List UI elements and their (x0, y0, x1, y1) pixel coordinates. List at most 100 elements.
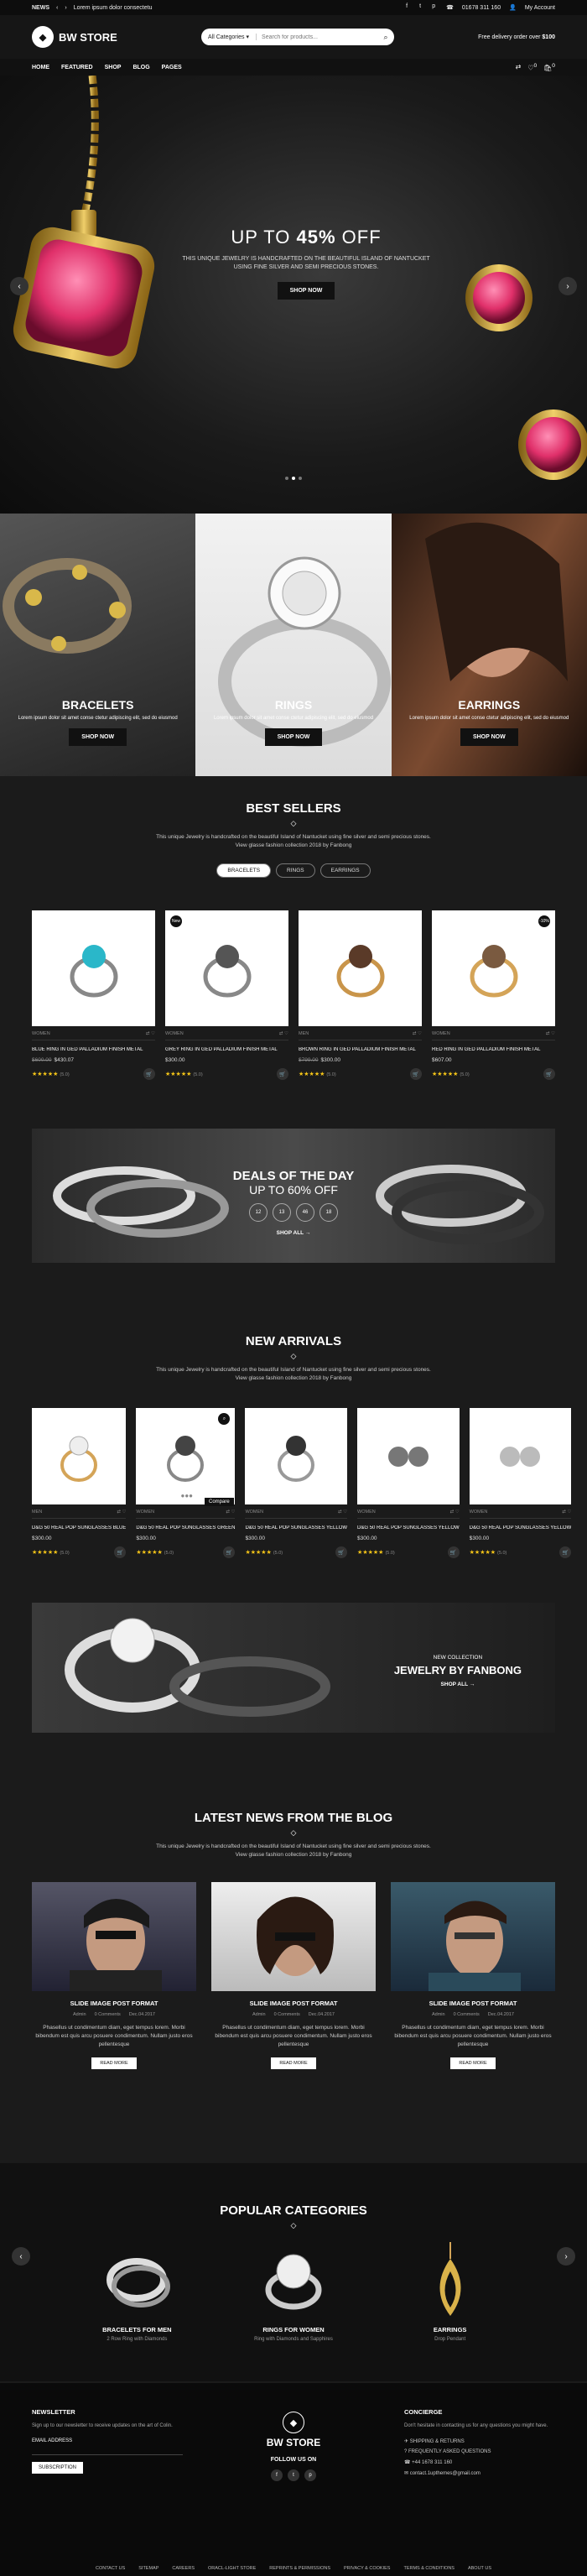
gallery-dots[interactable]: ●●● (181, 1492, 194, 1499)
nav-blog[interactable]: BLOG (132, 65, 149, 70)
product-name[interactable]: RED RING IN GED PALLADIUM FINISH METAL (432, 1047, 555, 1052)
nav-featured[interactable]: FEATURED (61, 65, 93, 70)
email-link[interactable]: ✉ contact.1upthemes@gmail.com (404, 2470, 555, 2476)
slide-dot[interactable] (292, 477, 295, 480)
wishlist-icon[interactable]: ⇄ ♡ (226, 1510, 235, 1515)
shop-now-button[interactable]: SHOP NOW (460, 728, 518, 746)
collection-shop-all-link[interactable]: SHOP ALL → (394, 1682, 522, 1687)
product-name[interactable]: D&G 50 REAL POP SUNGLASSES YELLOW (470, 1525, 572, 1530)
wishlist-icon[interactable]: ⇄ ♡ (117, 1510, 126, 1515)
wishlist-icon[interactable]: ⇄ ♡ (546, 1031, 555, 1036)
product-category[interactable]: MEN (32, 1510, 42, 1515)
product-name[interactable]: BROWN RING IN GED PALLADIUM FINISH METAL (299, 1047, 422, 1052)
wishlist-icon[interactable]: ⇄ ♡ (450, 1510, 460, 1515)
category-name[interactable]: RINGS FOR WOMEN (231, 2326, 356, 2334)
product-category[interactable]: WOMEN (32, 1031, 50, 1036)
product-card[interactable]: New WOMEN ⇄ ♡ GREY RING IN GED PALLADIUM … (165, 910, 288, 1080)
popular-category-item[interactable]: EARRINGS Drop Pendant (387, 2242, 513, 2342)
hero-shop-now-button[interactable]: SHOP NOW (277, 282, 335, 300)
popular-prev-icon[interactable]: ‹ (12, 2247, 30, 2266)
category-bracelets[interactable]: BRACELETS Lorem ipsum dolor sit amet cons… (0, 514, 196, 776)
shipping-link[interactable]: ✈ SHIPPING & RETURNS (404, 2438, 555, 2444)
product-category[interactable]: WOMEN (357, 1510, 376, 1515)
nav-shop[interactable]: SHOP (105, 65, 122, 70)
post-title[interactable]: SLIDE IMAGE POST FORMAT (32, 2000, 196, 2007)
product-name[interactable]: D&G 50 REAL POP SUNGLASSES BLUE (32, 1525, 126, 1530)
tab-bracelets[interactable]: BRACELETS (216, 863, 272, 878)
product-image[interactable] (469, 1408, 572, 1504)
product-name[interactable]: GREY RING IN GED PALLADIUM FINISH METAL (165, 1047, 288, 1052)
phone-link[interactable]: ☎ +44 1678 311 160 (404, 2459, 555, 2465)
product-card[interactable]: WOMEN ⇄ ♡ BLUE RING IN GED PALLADIUM FINI… (32, 910, 155, 1080)
product-card[interactable]: ⌕ ●●● WOMEN ⇄ ♡ D&G 50 REAL POP SUNGLASSE… (136, 1408, 236, 1558)
nav-pages[interactable]: PAGES (162, 65, 182, 70)
wishlist-icon[interactable]: ⇄ ♡ (279, 1031, 288, 1036)
add-to-cart-icon[interactable]: 🛒 (559, 1546, 572, 1558)
product-card[interactable]: -10% WOMEN ⇄ ♡ RED RING IN GED PALLADIUM … (432, 910, 555, 1080)
quick-view-icon[interactable]: ⌕ (218, 1413, 231, 1425)
shop-now-button[interactable]: SHOP NOW (264, 728, 323, 746)
popular-category-item[interactable]: BRACELETS FOR MEN 2 Row Ring with Diamon… (74, 2242, 200, 2342)
slide-dot[interactable] (285, 477, 288, 480)
footer-link[interactable]: TERMS & CONDITIONS (403, 2566, 455, 2571)
news-prev-icon[interactable]: ‹ (56, 5, 58, 11)
read-more-button[interactable]: READ MORE (450, 2057, 496, 2069)
popular-category-item[interactable]: RINGS FOR WOMEN Ring with Diamonds and S… (231, 2242, 356, 2342)
product-name[interactable]: D&G 50 REAL POP SUNGLASSES GREEN (136, 1525, 235, 1530)
add-to-cart-icon[interactable]: 🛒 (410, 1068, 422, 1080)
category-image[interactable] (74, 2242, 200, 2318)
add-to-cart-icon[interactable]: 🛒 (223, 1546, 236, 1558)
read-more-button[interactable]: READ MORE (91, 2057, 137, 2069)
add-to-cart-icon[interactable]: 🛒 (543, 1068, 555, 1080)
facebook-icon[interactable]: f (403, 3, 411, 12)
product-category[interactable]: WOMEN (432, 1031, 450, 1036)
twitter-icon[interactable]: t (288, 2469, 299, 2481)
product-category[interactable]: WOMEN (470, 1510, 488, 1515)
shop-all-link[interactable]: SHOP ALL → (32, 1230, 555, 1236)
footer-link[interactable]: SITEMAP (138, 2566, 158, 2571)
news-text[interactable]: Lorem ipsum dolor consectetu (74, 5, 153, 11)
tab-earrings[interactable]: EARRINGS (319, 863, 371, 878)
footer-link[interactable]: ABOUT US (468, 2566, 491, 2571)
product-image[interactable]: -10% (432, 910, 555, 1026)
pinterest-icon[interactable]: p (304, 2469, 316, 2481)
product-card[interactable]: WOMEN ⇄ ♡ D&G 50 REAL POP SUNGLASSES YELL… (245, 1408, 348, 1558)
category-image[interactable] (387, 2242, 513, 2318)
hero-prev-icon[interactable]: ‹ (10, 277, 29, 295)
post-image[interactable] (391, 1882, 555, 1991)
popular-next-icon[interactable]: › (557, 2247, 575, 2266)
add-to-cart-icon[interactable]: 🛒 (335, 1546, 348, 1558)
email-field[interactable] (32, 2443, 183, 2455)
search-input[interactable] (257, 29, 377, 45)
news-next-icon[interactable]: › (65, 5, 66, 11)
product-name[interactable]: D&G 50 REAL POP SUNGLASSES YELLOW (245, 1525, 347, 1530)
product-image[interactable] (299, 910, 422, 1026)
footer-link[interactable]: PRIVACY & COOKIES (344, 2566, 390, 2571)
product-category[interactable]: MEN (299, 1031, 309, 1036)
add-to-cart-icon[interactable]: 🛒 (114, 1546, 127, 1558)
my-account-link[interactable]: My Account (525, 5, 555, 11)
nav-home[interactable]: HOME (32, 65, 49, 70)
add-to-cart-icon[interactable]: 🛒 (277, 1068, 288, 1080)
facebook-icon[interactable]: f (271, 2469, 283, 2481)
post-title[interactable]: SLIDE IMAGE POST FORMAT (391, 2000, 555, 2007)
cart-icon[interactable]: 🛍0 (543, 63, 555, 72)
product-card[interactable]: WOMEN ⇄ ♡ D&G 50 REAL POP SUNGLASSES YELL… (357, 1408, 460, 1558)
compare-icon[interactable]: ⇄ (516, 63, 522, 72)
footer-logo[interactable]: BW STORE (218, 2437, 369, 2448)
read-more-button[interactable]: READ MORE (271, 2057, 316, 2069)
product-category[interactable]: WOMEN (245, 1510, 263, 1515)
product-image[interactable]: New (165, 910, 288, 1026)
category-select[interactable]: All Categories ▾ (201, 34, 257, 40)
slide-dot[interactable] (299, 477, 302, 480)
wishlist-icon[interactable]: ⇄ ♡ (338, 1510, 347, 1515)
subscribe-button[interactable]: SUBSCRIPTION (32, 2462, 84, 2474)
product-image[interactable] (245, 1408, 348, 1504)
wishlist-icon[interactable]: ♡0 (527, 63, 537, 72)
footer-link[interactable]: CAREERS (172, 2566, 195, 2571)
post-image[interactable] (211, 1882, 376, 1991)
wishlist-icon[interactable]: ⇄ ♡ (562, 1510, 571, 1515)
product-image[interactable]: ⌕ ●●● (136, 1408, 236, 1504)
post-title[interactable]: SLIDE IMAGE POST FORMAT (211, 2000, 376, 2007)
logo[interactable]: ◆ BW STORE (32, 26, 117, 48)
